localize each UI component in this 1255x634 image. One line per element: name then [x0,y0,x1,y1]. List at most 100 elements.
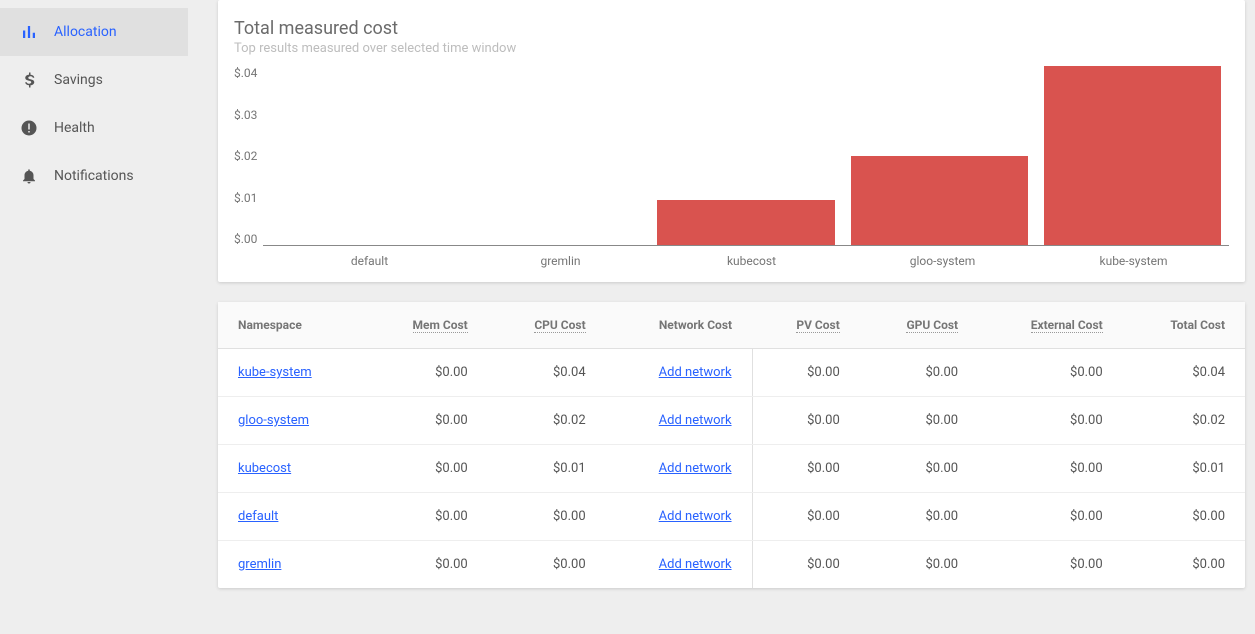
cell-mem-cost: $0.00 [365,397,488,445]
col-cpu-cost[interactable]: CPU Cost [488,302,606,349]
x-tick: kube-system [1038,254,1229,268]
cell-namespace-link[interactable]: kube-system [238,365,312,380]
cost-table-card: Namespace Mem Cost CPU Cost Network Cost… [218,302,1245,588]
x-tick: kubecost [656,254,847,268]
y-tick: $.04 [234,66,257,80]
cell-namespace-link[interactable]: gremlin [238,557,281,572]
cell-mem-cost: $0.00 [365,349,488,397]
chart-bar[interactable] [1036,66,1229,245]
y-tick: $.03 [234,108,257,122]
cell-namespace: default [218,493,365,541]
cell-external-cost: $0.00 [978,541,1123,589]
cell-gpu-cost: $0.00 [860,445,978,493]
col-namespace[interactable]: Namespace [218,302,365,349]
chart-plot [263,66,1229,246]
cell-gpu-cost: $0.00 [860,493,978,541]
sidebar-item-notifications[interactable]: Notifications [0,152,188,200]
cell-pv-cost: $0.00 [752,445,860,493]
cell-network-cost-link[interactable]: Add network [659,461,732,476]
cell-total-cost: $0.04 [1123,349,1245,397]
cell-mem-cost: $0.00 [365,541,488,589]
cell-network-cost-link[interactable]: Add network [659,365,732,380]
cell-cpu-cost: $0.00 [488,541,606,589]
cell-gpu-cost: $0.00 [860,397,978,445]
table-row: default$0.00$0.00Add network$0.00$0.00$0… [218,493,1245,541]
sidebar-item-label: Notifications [54,168,134,184]
cell-external-cost: $0.00 [978,445,1123,493]
chart-card: Total measured cost Top results measured… [218,0,1245,282]
bell-icon [18,167,40,185]
cell-namespace-link[interactable]: default [238,509,278,524]
cell-gpu-cost: $0.00 [860,541,978,589]
chart-bar[interactable] [843,66,1036,245]
bar-chart-icon [18,23,40,41]
chart-bar[interactable] [457,66,650,245]
cell-pv-cost: $0.00 [752,397,860,445]
cell-cpu-cost: $0.00 [488,493,606,541]
chart-y-axis: $.04 $.03 $.02 $.01 $.00 [234,66,263,246]
cell-external-cost: $0.00 [978,349,1123,397]
sidebar-item-label: Allocation [54,24,117,40]
cost-table: Namespace Mem Cost CPU Cost Network Cost… [218,302,1245,588]
x-tick: gloo-system [847,254,1038,268]
chart-title: Total measured cost [234,18,1229,39]
col-pv-cost[interactable]: PV Cost [752,302,860,349]
chart-x-axis: defaultgremlinkubecostgloo-systemkube-sy… [274,254,1229,268]
col-mem-cost[interactable]: Mem Cost [365,302,488,349]
cell-external-cost: $0.00 [978,397,1123,445]
cell-namespace: gloo-system [218,397,365,445]
cell-namespace-link[interactable]: kubecost [238,461,291,476]
col-gpu-cost[interactable]: GPU Cost [860,302,978,349]
cell-pv-cost: $0.00 [752,349,860,397]
sidebar-item-label: Health [54,120,95,136]
cell-gpu-cost: $0.00 [860,349,978,397]
y-tick: $.02 [234,149,257,163]
chart-bar[interactable] [263,66,456,245]
cell-network-cost: Add network [606,397,752,445]
x-tick: gremlin [465,254,656,268]
error-icon [18,119,40,137]
cell-external-cost: $0.00 [978,493,1123,541]
cell-network-cost: Add network [606,493,752,541]
cell-total-cost: $0.02 [1123,397,1245,445]
col-total-cost[interactable]: Total Cost [1123,302,1245,349]
cell-cpu-cost: $0.04 [488,349,606,397]
cell-total-cost: $0.00 [1123,541,1245,589]
cell-total-cost: $0.00 [1123,493,1245,541]
sidebar-item-allocation[interactable]: Allocation [0,8,188,56]
cell-cpu-cost: $0.01 [488,445,606,493]
cell-pv-cost: $0.00 [752,493,860,541]
table-row: gloo-system$0.00$0.02Add network$0.00$0.… [218,397,1245,445]
x-tick: default [274,254,465,268]
y-tick: $.00 [234,232,257,246]
table-row: kube-system$0.00$0.04Add network$0.00$0.… [218,349,1245,397]
table-row: gremlin$0.00$0.00Add network$0.00$0.00$0… [218,541,1245,589]
cell-namespace: gremlin [218,541,365,589]
cell-namespace: kube-system [218,349,365,397]
cell-total-cost: $0.01 [1123,445,1245,493]
sidebar-item-label: Savings [54,72,103,88]
sidebar-item-health[interactable]: Health [0,104,188,152]
cell-pv-cost: $0.00 [752,541,860,589]
col-network-cost[interactable]: Network Cost [606,302,752,349]
cell-network-cost: Add network [606,349,752,397]
sidebar: Allocation Savings Health Notifications [0,0,188,634]
col-external-cost[interactable]: External Cost [978,302,1123,349]
cell-namespace: kubecost [218,445,365,493]
cell-network-cost-link[interactable]: Add network [659,557,732,572]
cell-network-cost: Add network [606,445,752,493]
chart-subtitle: Top results measured over selected time … [234,41,1229,56]
cell-mem-cost: $0.00 [365,445,488,493]
main-content: Total measured cost Top results measured… [188,0,1255,634]
y-tick: $.01 [234,191,257,205]
cell-network-cost-link[interactable]: Add network [659,413,732,428]
cell-cpu-cost: $0.02 [488,397,606,445]
dollar-icon [18,71,40,89]
cell-network-cost-link[interactable]: Add network [659,509,732,524]
cell-network-cost: Add network [606,541,752,589]
sidebar-item-savings[interactable]: Savings [0,56,188,104]
cell-namespace-link[interactable]: gloo-system [238,413,309,428]
table-row: kubecost$0.00$0.01Add network$0.00$0.00$… [218,445,1245,493]
cell-mem-cost: $0.00 [365,493,488,541]
chart-bar[interactable] [650,66,843,245]
